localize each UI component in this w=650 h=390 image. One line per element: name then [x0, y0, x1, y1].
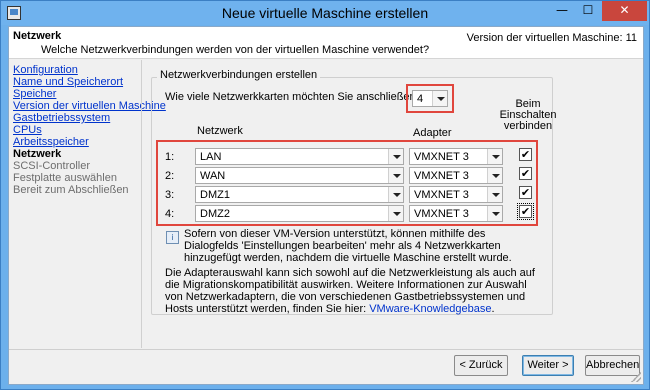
chevron-down-icon [388, 168, 403, 183]
step-cpus[interactable]: CPUs [13, 124, 42, 136]
knowledgebase-link[interactable]: VMware-Knowledgebase [369, 303, 491, 315]
wizard-window: Neue virtuelle Maschine erstellen — ☐ ✕ … [0, 0, 650, 390]
nic3-adapter-value: VMXNET 3 [414, 189, 469, 201]
col-network-header: Netzwerk [197, 125, 243, 137]
nic1-connect-checkbox[interactable]: ✔ [519, 148, 532, 161]
chevron-down-icon [487, 149, 502, 164]
nic2-adapter-value: VMXNET 3 [414, 170, 469, 182]
nic-row-label: 1: [165, 151, 175, 163]
next-button[interactable]: Weiter > [522, 355, 574, 376]
nic-row-label: 3: [165, 189, 175, 201]
nic4-network-value: DMZ2 [200, 208, 230, 220]
nic3-adapter-select[interactable]: VMXNET 3 [409, 186, 503, 203]
step-scsi-controller: SCSI-Controller [13, 160, 91, 172]
info-note: Sofern von dieser VM-Version unterstützt… [184, 228, 512, 264]
col-connect-header: Beim Einschalten verbinden [498, 99, 558, 132]
nic2-network-select[interactable]: WAN [195, 167, 404, 184]
info-icon: i [166, 231, 179, 244]
page-subtitle: Welche Netzwerkverbindungen werden von d… [41, 44, 430, 56]
adapter-info-paragraph: Die Adapterauswahl kann sich sowohl auf … [165, 267, 545, 315]
adapter-info-suffix: . [491, 303, 495, 315]
highlight-nic-count [406, 84, 454, 113]
maximize-button[interactable]: ☐ [575, 1, 601, 21]
close-button[interactable]: ✕ [602, 1, 647, 21]
vm-version-label: Version der virtuellen Maschine: 11 [466, 32, 637, 44]
chevron-down-icon [487, 168, 502, 183]
step-bereit: Bereit zum Abschließen [13, 184, 129, 196]
chevron-down-icon [388, 187, 403, 202]
wizard-client-area: Netzwerk Welche Netzwerkverbindungen wer… [8, 26, 644, 385]
nic2-connect-checkbox[interactable]: ✔ [519, 167, 532, 180]
nic-row-label: 4: [165, 208, 175, 220]
title-bar[interactable]: Neue virtuelle Maschine erstellen — ☐ ✕ [1, 1, 649, 25]
step-gastbetriebssystem[interactable]: Gastbetriebssystem [13, 112, 110, 124]
resize-grip-icon[interactable] [631, 372, 641, 382]
nic2-adapter-select[interactable]: VMXNET 3 [409, 167, 503, 184]
nic4-adapter-select[interactable]: VMXNET 3 [409, 205, 503, 222]
back-button[interactable]: < Zurück [454, 355, 508, 376]
step-arbeitsspeicher[interactable]: Arbeitsspeicher [13, 136, 89, 148]
col-connect-line3: verbinden [503, 120, 553, 132]
nic4-adapter-value: VMXNET 3 [414, 208, 469, 220]
wizard-steps-nav: Konfiguration Name und Speicherort Speic… [9, 64, 166, 349]
chevron-down-icon [388, 206, 403, 221]
nic1-adapter-value: VMXNET 3 [414, 151, 469, 163]
group-legend: Netzwerkverbindungen erstellen [157, 69, 321, 81]
nic4-network-select[interactable]: DMZ2 [195, 205, 404, 222]
page-title: Netzwerk [13, 30, 62, 42]
step-vm-version[interactable]: Version der virtuellen Maschine [13, 100, 166, 112]
col-adapter-header: Adapter [413, 127, 452, 139]
wizard-header: Netzwerk Welche Netzwerkverbindungen wer… [9, 27, 643, 59]
step-festplatte: Festplatte auswählen [13, 172, 117, 184]
nic3-network-select[interactable]: DMZ1 [195, 186, 404, 203]
steps-divider [141, 60, 142, 348]
nic3-network-value: DMZ1 [200, 189, 230, 201]
step-konfiguration[interactable]: Konfiguration [13, 64, 78, 76]
chevron-down-icon [388, 149, 403, 164]
minimize-button[interactable]: — [549, 1, 575, 21]
nic-count-question: Wie viele Netzwerkkarten möchten Sie ans… [165, 91, 422, 103]
nic1-network-select[interactable]: LAN [195, 148, 404, 165]
chevron-down-icon [487, 187, 502, 202]
nic2-network-value: WAN [200, 170, 226, 182]
step-speicher[interactable]: Speicher [13, 88, 56, 100]
nic1-network-value: LAN [200, 151, 222, 163]
nic4-connect-checkbox[interactable]: ✔ [517, 203, 534, 220]
nic1-adapter-select[interactable]: VMXNET 3 [409, 148, 503, 165]
step-name-speicherort[interactable]: Name und Speicherort [13, 76, 123, 88]
step-netzwerk-current: Netzwerk [13, 148, 62, 160]
nic3-connect-checkbox[interactable]: ✔ [519, 186, 532, 199]
footer-divider [9, 349, 643, 350]
nic-row-label: 2: [165, 170, 175, 182]
chevron-down-icon [487, 206, 502, 221]
